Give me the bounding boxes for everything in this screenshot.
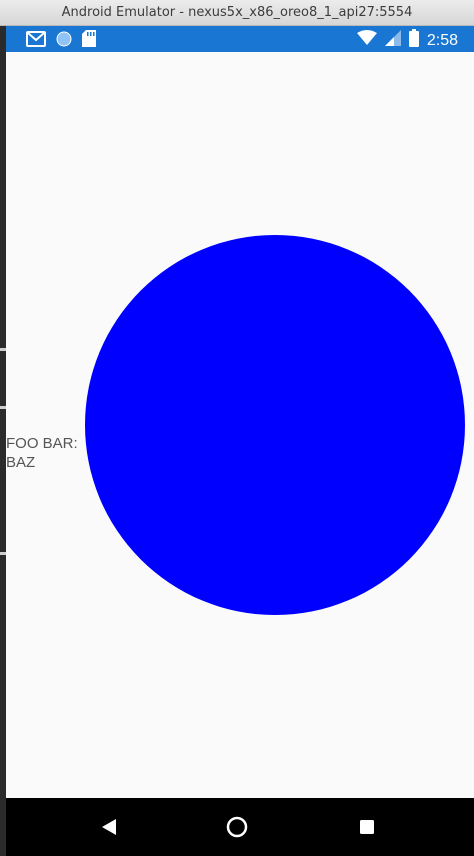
label-line-1: FOO BAR:	[6, 435, 78, 452]
emulator-window-titlebar: Android Emulator - nexus5x_x86_oreo8_1_a…	[0, 0, 474, 26]
home-button[interactable]	[224, 814, 250, 840]
blue-circle	[84, 234, 466, 616]
status-time: 2:58	[426, 31, 458, 49]
gmail-icon	[26, 30, 46, 52]
phone-screen: 2:58 FOO BAR: BAZ	[6, 26, 474, 856]
blue-circle-shape	[85, 235, 465, 615]
label-line-2: BAZ	[6, 454, 36, 471]
home-icon	[226, 816, 248, 838]
back-icon	[102, 819, 116, 835]
back-button[interactable]	[96, 814, 122, 840]
recents-icon	[360, 820, 374, 834]
battery-icon	[408, 29, 419, 52]
window-title: Android Emulator - nexus5x_x86_oreo8_1_a…	[61, 5, 413, 20]
recents-button[interactable]	[354, 814, 380, 840]
cellular-signal-icon	[384, 30, 401, 51]
navigation-bar	[6, 798, 474, 856]
sd-card-icon	[82, 30, 96, 52]
app-content: FOO BAR: BAZ	[6, 52, 474, 798]
wifi-icon	[356, 30, 377, 51]
status-bar: 2:58	[6, 26, 474, 52]
circle-notification-icon	[56, 31, 72, 52]
foo-bar-label: FOO BAR: BAZ	[6, 434, 86, 472]
